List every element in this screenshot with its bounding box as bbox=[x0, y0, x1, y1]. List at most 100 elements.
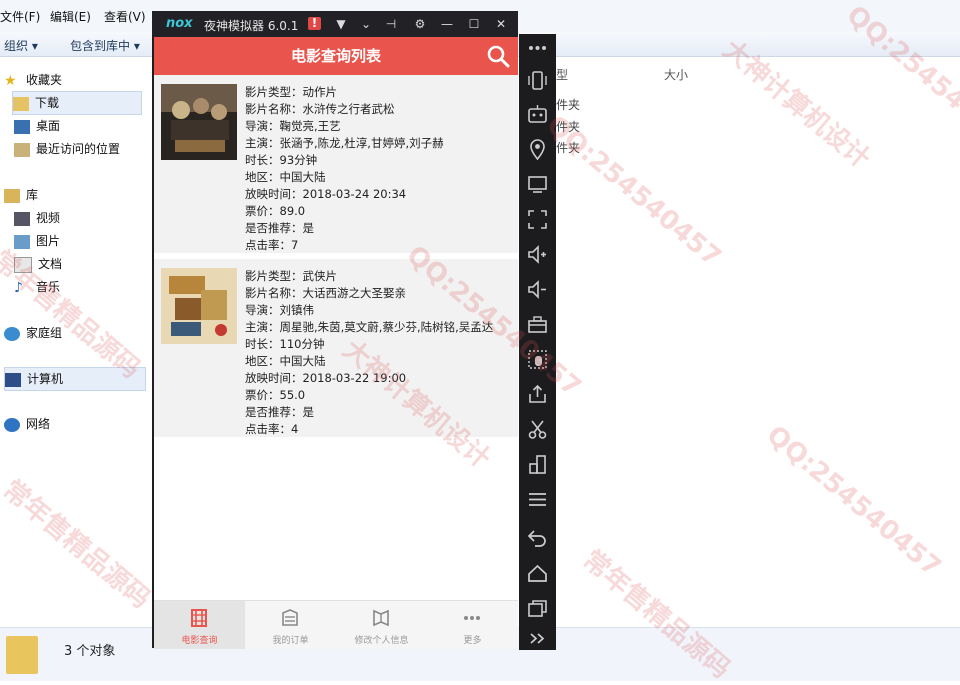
tab-label: 电影查询 bbox=[181, 636, 218, 646]
volume-up-icon[interactable] bbox=[525, 242, 550, 267]
music-icon: ♪ bbox=[14, 279, 23, 296]
volume-down-icon[interactable] bbox=[525, 277, 550, 302]
nav-documents[interactable]: 文档 bbox=[14, 253, 154, 275]
location-icon[interactable] bbox=[525, 137, 550, 162]
app-title: 电影查询列表 bbox=[290, 47, 381, 65]
recent-places-icon bbox=[14, 142, 30, 157]
bottom-navigation: 电影查询 我的订单 修改个人信息 更多 bbox=[154, 600, 518, 649]
menu-view[interactable]: 查看(V) bbox=[104, 8, 146, 25]
expand-icon[interactable] bbox=[525, 626, 550, 651]
nav-favorites[interactable]: ★ 收藏夹 bbox=[4, 69, 144, 91]
nav-computer-label: 计算机 bbox=[27, 372, 64, 386]
column-type[interactable]: 型 bbox=[556, 66, 568, 83]
nav-pictures[interactable]: 图片 bbox=[14, 230, 154, 252]
movie-poster bbox=[161, 84, 237, 160]
nav-recent-label: 最近访问的位置 bbox=[36, 142, 121, 156]
close-icon[interactable]: ✕ bbox=[492, 15, 510, 33]
nav-libraries-label: 库 bbox=[26, 188, 39, 202]
movie-type: 影片类型：武侠片 bbox=[245, 269, 337, 283]
nav-desktop[interactable]: 桌面 bbox=[14, 115, 154, 137]
nav-homegroup[interactable]: 家庭组 bbox=[4, 322, 144, 344]
nav-videos[interactable]: 视频 bbox=[14, 207, 154, 229]
column-headers: 型 大小 bbox=[556, 62, 960, 84]
movie-price: 票价：55.0 bbox=[245, 388, 306, 402]
movie-type: 影片类型：动作片 bbox=[245, 85, 337, 99]
document-icon bbox=[14, 256, 32, 273]
movie-director: 导演：鞠觉亮,王艺 bbox=[245, 119, 341, 133]
video-icon bbox=[14, 211, 30, 226]
nav-music-label: 音乐 bbox=[36, 280, 61, 294]
tab-edit-profile[interactable]: 修改个人信息 bbox=[336, 601, 427, 649]
shake-icon[interactable] bbox=[525, 68, 550, 93]
file-row-type: 件夹 bbox=[556, 120, 581, 134]
desktop-icon bbox=[14, 119, 30, 134]
screen-icon[interactable] bbox=[525, 172, 550, 197]
pin-icon[interactable]: ⊣ bbox=[382, 15, 400, 33]
include-in-library-button[interactable]: 包含到库中 ▾ bbox=[70, 37, 140, 54]
movie-cast: 主演：张涵予,陈龙,杜淳,甘婷婷,刘子赫 bbox=[245, 136, 444, 150]
tab-movie-query[interactable]: 电影查询 bbox=[154, 601, 245, 649]
library-icon bbox=[4, 188, 20, 203]
nav-downloads-label: 下载 bbox=[35, 96, 60, 110]
nav-favorites-label: 收藏夹 bbox=[26, 73, 63, 87]
robot-icon[interactable] bbox=[525, 102, 550, 127]
nav-downloads[interactable]: 下载 bbox=[12, 91, 142, 115]
nav-libraries[interactable]: 库 bbox=[4, 184, 144, 206]
movie-card[interactable]: 影片类型：动作片 影片名称：水浒传之行者武松 导演：鞠觉亮,王艺 主演：张涵予,… bbox=[154, 75, 518, 253]
column-size[interactable]: 大小 bbox=[664, 66, 688, 83]
movie-recommend: 是否推荐：是 bbox=[245, 221, 314, 235]
nav-homegroup-label: 家庭组 bbox=[26, 326, 63, 340]
search-icon[interactable] bbox=[486, 44, 510, 68]
emulator-titlebar[interactable]: nox 夜神模拟器 6.0.1 ! ▼ ⌄ ⊣ ⚙ — ☐ ✕ bbox=[152, 11, 518, 37]
scissors-icon[interactable] bbox=[525, 417, 550, 442]
chevron-down-icon[interactable]: ⌄ bbox=[357, 15, 375, 33]
minimize-icon[interactable]: — bbox=[438, 15, 456, 33]
movie-region: 地区：中国大陆 bbox=[245, 354, 326, 368]
book-icon bbox=[373, 609, 389, 627]
nav-music[interactable]: ♪ 音乐 bbox=[14, 276, 154, 298]
computer-icon bbox=[5, 372, 21, 387]
alert-icon[interactable]: ! bbox=[308, 17, 321, 30]
file-row-type: 件夹 bbox=[556, 98, 581, 112]
nav-documents-label: 文档 bbox=[38, 257, 63, 271]
fullscreen-icon[interactable] bbox=[525, 207, 550, 232]
watermark: QQ:254540457 bbox=[760, 420, 947, 583]
toolbox-icon[interactable] bbox=[525, 312, 550, 337]
recent-apps-icon[interactable] bbox=[525, 596, 550, 621]
menu-file[interactable]: 文件(F) bbox=[0, 8, 40, 25]
movie-card[interactable]: 影片类型：武侠片 影片名称：大话西游之大圣娶亲 导演：刘镇伟 主演：周星驰,朱茵… bbox=[154, 259, 518, 437]
organize-button[interactable]: 组织 ▾ bbox=[4, 37, 38, 54]
nav-computer[interactable]: 计算机 bbox=[4, 367, 146, 391]
nav-desktop-label: 桌面 bbox=[36, 119, 61, 133]
nav-recent[interactable]: 最近访问的位置 bbox=[14, 138, 154, 160]
multi-instance-icon[interactable] bbox=[525, 452, 550, 477]
tab-my-orders[interactable]: 我的订单 bbox=[245, 601, 336, 649]
mouse-select-icon[interactable] bbox=[525, 347, 550, 372]
back-icon[interactable] bbox=[525, 525, 550, 550]
movie-director: 导演：刘镇伟 bbox=[245, 303, 314, 317]
nav-videos-label: 视频 bbox=[36, 211, 61, 225]
menu-edit[interactable]: 编辑(E) bbox=[50, 8, 91, 25]
gear-icon[interactable]: ⚙ bbox=[411, 15, 429, 33]
movie-showtime: 放映时间：2018-03-22 19:00 bbox=[245, 371, 407, 385]
menu-icon[interactable] bbox=[525, 487, 550, 512]
order-icon bbox=[282, 609, 298, 626]
movie-clicks: 点击率：7 bbox=[245, 238, 299, 252]
android-app: 电影查询列表 影片类型：动作片 影片名称：水浒传之行者武松 导演：鞠觉亮,王艺 bbox=[154, 37, 518, 649]
more-options-icon[interactable] bbox=[525, 36, 550, 61]
movie-info: 影片类型：武侠片 影片名称：大话西游之大圣娶亲 导演：刘镇伟 主演：周星驰,朱茵… bbox=[245, 268, 493, 438]
folder-icon bbox=[6, 636, 38, 674]
item-count: 3 个对象 bbox=[64, 644, 116, 659]
emulator-title: 夜神模拟器 6.0.1 bbox=[204, 19, 299, 33]
maximize-icon[interactable]: ☐ bbox=[465, 15, 483, 33]
home-icon[interactable] bbox=[525, 561, 550, 586]
nav-pictures-label: 图片 bbox=[36, 234, 61, 248]
emulator-window: nox 夜神模拟器 6.0.1 ! ▼ ⌄ ⊣ ⚙ — ☐ ✕ 电影查询列表 影… bbox=[152, 11, 518, 649]
nav-network[interactable]: 网络 bbox=[4, 413, 144, 435]
apk-install-icon[interactable] bbox=[525, 382, 550, 407]
tab-label: 我的订单 bbox=[272, 636, 309, 646]
tab-more[interactable]: 更多 bbox=[427, 601, 518, 649]
navigation-pane: ★ 收藏夹 下载 桌面 最近访问的位置 库 视频 图片 文档 ♪ 音乐 家庭组 计算… bbox=[0, 57, 150, 627]
shirt-icon[interactable]: ▼ bbox=[332, 15, 350, 33]
download-folder-icon bbox=[13, 96, 29, 111]
